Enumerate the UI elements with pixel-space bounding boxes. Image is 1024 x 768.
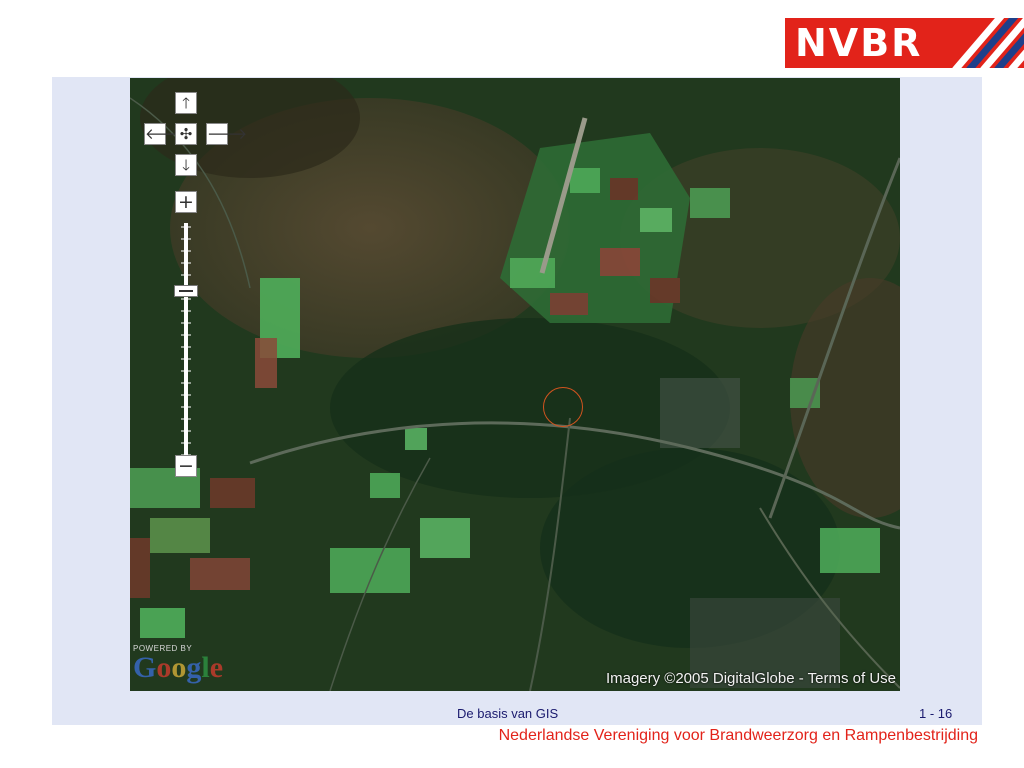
google-wordmark: Google xyxy=(133,651,224,684)
pan-center-button[interactable]: ✣ xyxy=(175,123,197,145)
location-highlight-circle xyxy=(543,387,583,427)
zoom-in-button[interactable]: + xyxy=(175,191,197,213)
pan-up-button[interactable]: 🡑 xyxy=(175,92,197,114)
zoom-slider-track[interactable] xyxy=(181,223,191,463)
pan-down-button[interactable]: 🡓 xyxy=(175,154,197,176)
google-logo[interactable]: POWERED BY Google xyxy=(133,640,233,688)
pan-left-button[interactable]: 🡐 xyxy=(144,123,185,145)
satellite-map[interactable]: 🡑 🡐 ✣ 🡒 🡓 + − POWERED BY Google Imagery … xyxy=(130,78,900,691)
zoom-out-button[interactable]: − xyxy=(175,455,197,477)
satellite-imagery xyxy=(130,78,900,691)
logo-stripes-icon xyxy=(952,18,1024,68)
pan-right-button[interactable]: 🡒 xyxy=(206,123,247,145)
nvbr-logo: NVBR xyxy=(785,18,1024,68)
footer-title: De basis van GIS xyxy=(457,706,559,721)
organization-name: Nederlandse Vereniging voor Brandweerzor… xyxy=(498,727,978,744)
zoom-ticks-icon xyxy=(181,223,191,463)
zoom-slider-handle[interactable] xyxy=(174,285,198,297)
imagery-copyright[interactable]: Imagery ©2005 DigitalGlobe - Terms of Us… xyxy=(606,670,896,687)
page-number: 1 - 16 xyxy=(919,706,953,721)
